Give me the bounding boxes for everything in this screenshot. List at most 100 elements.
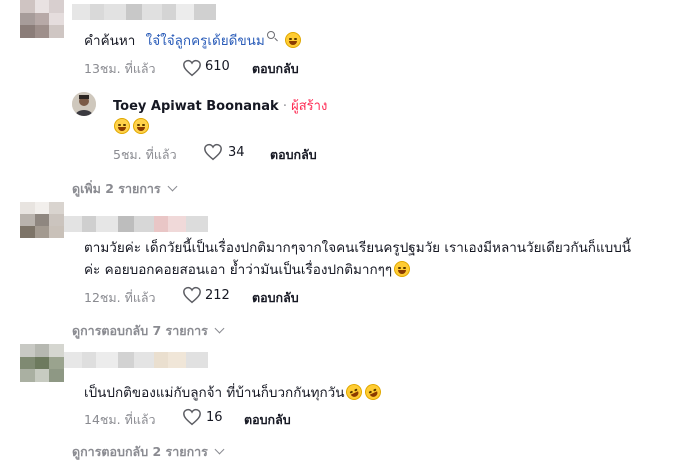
username-pixel bbox=[96, 352, 118, 368]
avatar-pixel bbox=[49, 202, 64, 214]
avatar-pixel bbox=[49, 12, 64, 26]
username-pixel bbox=[90, 4, 104, 20]
avatar-pixel bbox=[20, 214, 35, 226]
avatar-pixel bbox=[34, 344, 50, 357]
avatar-pixel bbox=[34, 25, 50, 38]
comment-time: 14ชม. ที่แล้ว bbox=[84, 412, 156, 427]
avatar[interactable] bbox=[72, 92, 96, 116]
username-blurred[interactable] bbox=[64, 216, 208, 232]
view-more-label: ดูเพิ่ม 2 รายการ bbox=[72, 181, 161, 196]
username-pixel bbox=[134, 216, 154, 232]
avatar-pixel bbox=[20, 226, 35, 238]
avatar-pixel bbox=[49, 344, 64, 357]
avatar-pixel bbox=[49, 369, 64, 382]
username-blurred[interactable] bbox=[72, 4, 216, 20]
reply-button[interactable]: ตอบกลับ bbox=[252, 288, 299, 308]
comment-item: ตามวัยค่ะ เด็กวัยนี้เป็นเรื่องปกติมากๆจา… bbox=[0, 200, 697, 340]
username-pixel bbox=[162, 4, 176, 20]
avatar[interactable] bbox=[20, 344, 64, 382]
smile-emoji bbox=[394, 261, 411, 277]
avatar-pixel bbox=[49, 226, 64, 238]
view-more-label: ดูการตอบกลับ 2 รายการ bbox=[72, 444, 208, 459]
heart-icon[interactable] bbox=[182, 408, 202, 426]
username-pixel bbox=[82, 216, 96, 232]
comment-item: เป็นปกติของแม่กับลูกจ้า ที่บ้านก็บวกกันท… bbox=[0, 340, 697, 459]
view-more-replies[interactable]: ดูการตอบกลับ 2 รายการ bbox=[72, 442, 225, 462]
avatar-pixel bbox=[34, 226, 50, 238]
heart-icon[interactable] bbox=[182, 59, 202, 77]
avatar-pixel bbox=[34, 12, 50, 26]
like-count: 610 bbox=[205, 59, 230, 74]
username-pixel bbox=[142, 4, 162, 20]
username-pixel bbox=[186, 352, 208, 368]
username-pixel bbox=[82, 352, 96, 368]
heart-icon[interactable] bbox=[203, 143, 223, 161]
view-more-replies[interactable]: ดูเพิ่ม 2 รายการ bbox=[72, 179, 178, 199]
avatar-pixel bbox=[34, 214, 50, 226]
username-pixel bbox=[64, 352, 82, 368]
comment-line-2: ค่ะ คอยบอกคอยสอนเอา ย้ำว่ามันเป็นเรื่องป… bbox=[84, 259, 631, 281]
username-pixel bbox=[186, 216, 208, 232]
comment-text: คำค้นหา ใจ๋ใจ๋ลูกครูเด้ยดีขนม bbox=[84, 30, 302, 52]
chevron-down-icon bbox=[214, 444, 225, 455]
avatar-pixel bbox=[20, 356, 35, 370]
username-pixel bbox=[104, 4, 126, 20]
grinning-sweat-emoji bbox=[114, 118, 130, 134]
avatar-pixel bbox=[20, 344, 35, 357]
heart-icon[interactable] bbox=[182, 286, 202, 304]
creator-tag: ผู้สร้าง bbox=[291, 99, 328, 114]
avatar-pixel bbox=[20, 202, 35, 214]
username-pixel bbox=[154, 216, 168, 232]
username-pixel bbox=[96, 216, 118, 232]
comment-line: ตามวัยค่ะ เด็กวัยนี้เป็นเรื่องปกติมากๆจา… bbox=[84, 240, 632, 256]
avatar-pixel bbox=[20, 369, 35, 382]
separator: · bbox=[278, 99, 292, 114]
username-pixel bbox=[118, 216, 134, 232]
comment-text-content: เป็นปกติของแม่กับลูกจ้า ที่บ้านก็บวกกันท… bbox=[84, 385, 345, 401]
creator-avatar-image bbox=[72, 92, 96, 116]
username-pixel bbox=[176, 4, 194, 20]
avatar-pixel bbox=[49, 0, 64, 13]
like-count: 16 bbox=[206, 410, 223, 425]
reply-button[interactable]: ตอบกลับ bbox=[244, 410, 291, 430]
view-more-replies[interactable]: ดูการตอบกลับ 7 รายการ bbox=[72, 321, 225, 341]
chevron-down-icon bbox=[167, 181, 178, 192]
comment-text: เป็นปกติของแม่กับลูกจ้า ที่บ้านก็บวกกันท… bbox=[84, 381, 385, 404]
avatar-pixel bbox=[20, 12, 35, 26]
comment-time: 12ชม. ที่แล้ว bbox=[84, 290, 156, 305]
reply-time: 5ชม. ที่แล้ว bbox=[113, 147, 177, 162]
reply-button[interactable]: ตอบกลับ bbox=[252, 59, 299, 79]
avatar-pixel bbox=[49, 356, 64, 370]
view-more-label: ดูการตอบกลับ 7 รายการ bbox=[72, 323, 208, 338]
avatar-pixel bbox=[49, 25, 64, 38]
username-pixel bbox=[64, 216, 82, 232]
reply-author-name[interactable]: Toey Apiwat Boonanak bbox=[113, 99, 279, 114]
avatar-pixel bbox=[49, 214, 64, 226]
comment-text: ตามวัยค่ะ เด็กวัยนี้เป็นเรื่องปกติมากๆจา… bbox=[84, 237, 631, 281]
avatar-pixel bbox=[34, 202, 50, 214]
avatar-pixel bbox=[34, 0, 50, 13]
comment-time: 13ชม. ที่แล้ว bbox=[84, 61, 156, 76]
grin-emoji bbox=[133, 118, 149, 134]
search-prefix: คำค้นหา bbox=[84, 33, 136, 49]
comment-line-text: ค่ะ คอยบอกคอยสอนเอา ย้ำว่ามันเป็นเรื่องป… bbox=[84, 262, 393, 278]
username-pixel bbox=[154, 352, 168, 368]
reply-button[interactable]: ตอบกลับ bbox=[270, 145, 317, 165]
like-count: 212 bbox=[205, 288, 230, 303]
username-pixel bbox=[134, 352, 154, 368]
username-pixel bbox=[194, 4, 216, 20]
avatar[interactable] bbox=[20, 202, 64, 238]
username-blurred[interactable] bbox=[64, 352, 208, 368]
username-pixel bbox=[118, 352, 134, 368]
reply-header: Toey Apiwat Boonanak · ผู้สร้าง bbox=[113, 95, 327, 116]
search-link[interactable]: ใจ๋ใจ๋ลูกครูเด้ยดีขนม bbox=[146, 33, 265, 49]
chevron-down-icon bbox=[214, 323, 225, 334]
avatar-pixel bbox=[20, 0, 35, 13]
avatar[interactable] bbox=[20, 0, 64, 38]
rofl-emoji bbox=[362, 381, 385, 403]
grinning-sweat-emoji bbox=[285, 32, 302, 48]
avatar-pixel bbox=[34, 356, 50, 370]
search-icon bbox=[266, 31, 275, 39]
avatar-pixel bbox=[34, 369, 50, 382]
avatar-pixel bbox=[20, 25, 35, 38]
